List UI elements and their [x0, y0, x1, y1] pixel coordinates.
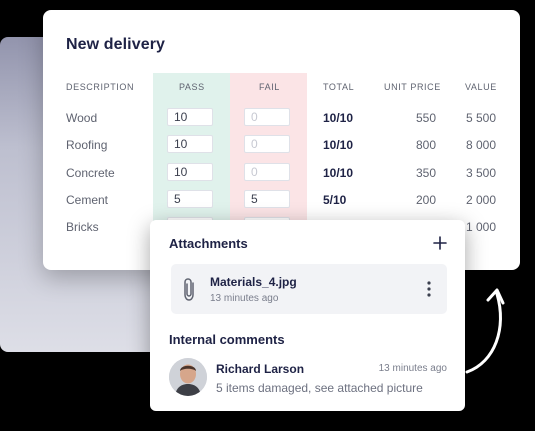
pass-input[interactable]: 10: [167, 135, 213, 153]
column-header-description: DESCRIPTION: [66, 82, 135, 92]
page-title: New delivery: [66, 36, 166, 53]
column-header-unit-price: UNIT PRICE: [384, 82, 441, 92]
add-attachment-button[interactable]: [431, 234, 449, 252]
kebab-icon[interactable]: [423, 279, 435, 299]
table-row-description: Bricks: [66, 220, 99, 234]
table-row-value: 8 000: [465, 138, 496, 152]
attachment-file-name[interactable]: Materials_4.jpg: [210, 275, 297, 289]
table-row-value: 5 500: [465, 111, 496, 125]
table-row-value: 3 500: [465, 166, 496, 180]
table-row-description: Concrete: [66, 166, 115, 180]
table-row-description: Roofing: [66, 138, 108, 152]
comment-author: Richard Larson: [216, 362, 305, 376]
column-header-total: TOTAL: [323, 82, 355, 92]
table-row-value: 2 000: [465, 193, 496, 207]
attachment-item[interactable]: Materials_4.jpg 13 minutes ago: [171, 264, 447, 314]
column-header-pass: PASS: [179, 82, 205, 92]
column-header-fail: FAIL: [259, 82, 280, 92]
pass-input[interactable]: 10: [167, 108, 213, 126]
plus-icon: [433, 236, 447, 250]
table-row-unit-price: 200: [415, 193, 436, 207]
table-row-description: Wood: [66, 111, 98, 125]
column-header-value: VALUE: [465, 82, 497, 92]
table-row-unit-price: 800: [415, 138, 436, 152]
fail-input[interactable]: 0: [244, 163, 290, 181]
table-row-total: 5/10: [323, 193, 347, 207]
internal-comments-title: Internal comments: [169, 332, 285, 347]
stage: New delivery DESCRIPTION PASS FAIL TOTAL…: [0, 0, 535, 431]
table-row-total: 10/10: [323, 138, 354, 152]
table-row-total: 10/10: [323, 166, 354, 180]
attachments-title: Attachments: [169, 236, 248, 251]
fail-input[interactable]: 5: [244, 190, 290, 208]
comment-text: 5 items damaged, see attached picture: [216, 381, 423, 395]
table-row-total: 10/10: [323, 111, 354, 125]
pass-input[interactable]: 10: [167, 163, 213, 181]
table-row-unit-price: 350: [415, 166, 436, 180]
table-row-unit-price: 550: [415, 111, 436, 125]
attachment-time: 13 minutes ago: [210, 293, 279, 304]
avatar-image: [169, 358, 207, 396]
table-row-description: Cement: [66, 193, 109, 207]
pass-input[interactable]: 5: [167, 190, 213, 208]
fail-input[interactable]: 0: [244, 108, 290, 126]
paperclip-icon: [184, 278, 194, 301]
avatar: [169, 358, 207, 396]
fail-input[interactable]: 0: [244, 135, 290, 153]
attachments-card: Attachments Materials_4.jpg 13 minutes a…: [150, 220, 465, 411]
comment-time: 13 minutes ago: [378, 363, 447, 374]
curved-arrow-icon: [465, 288, 505, 374]
